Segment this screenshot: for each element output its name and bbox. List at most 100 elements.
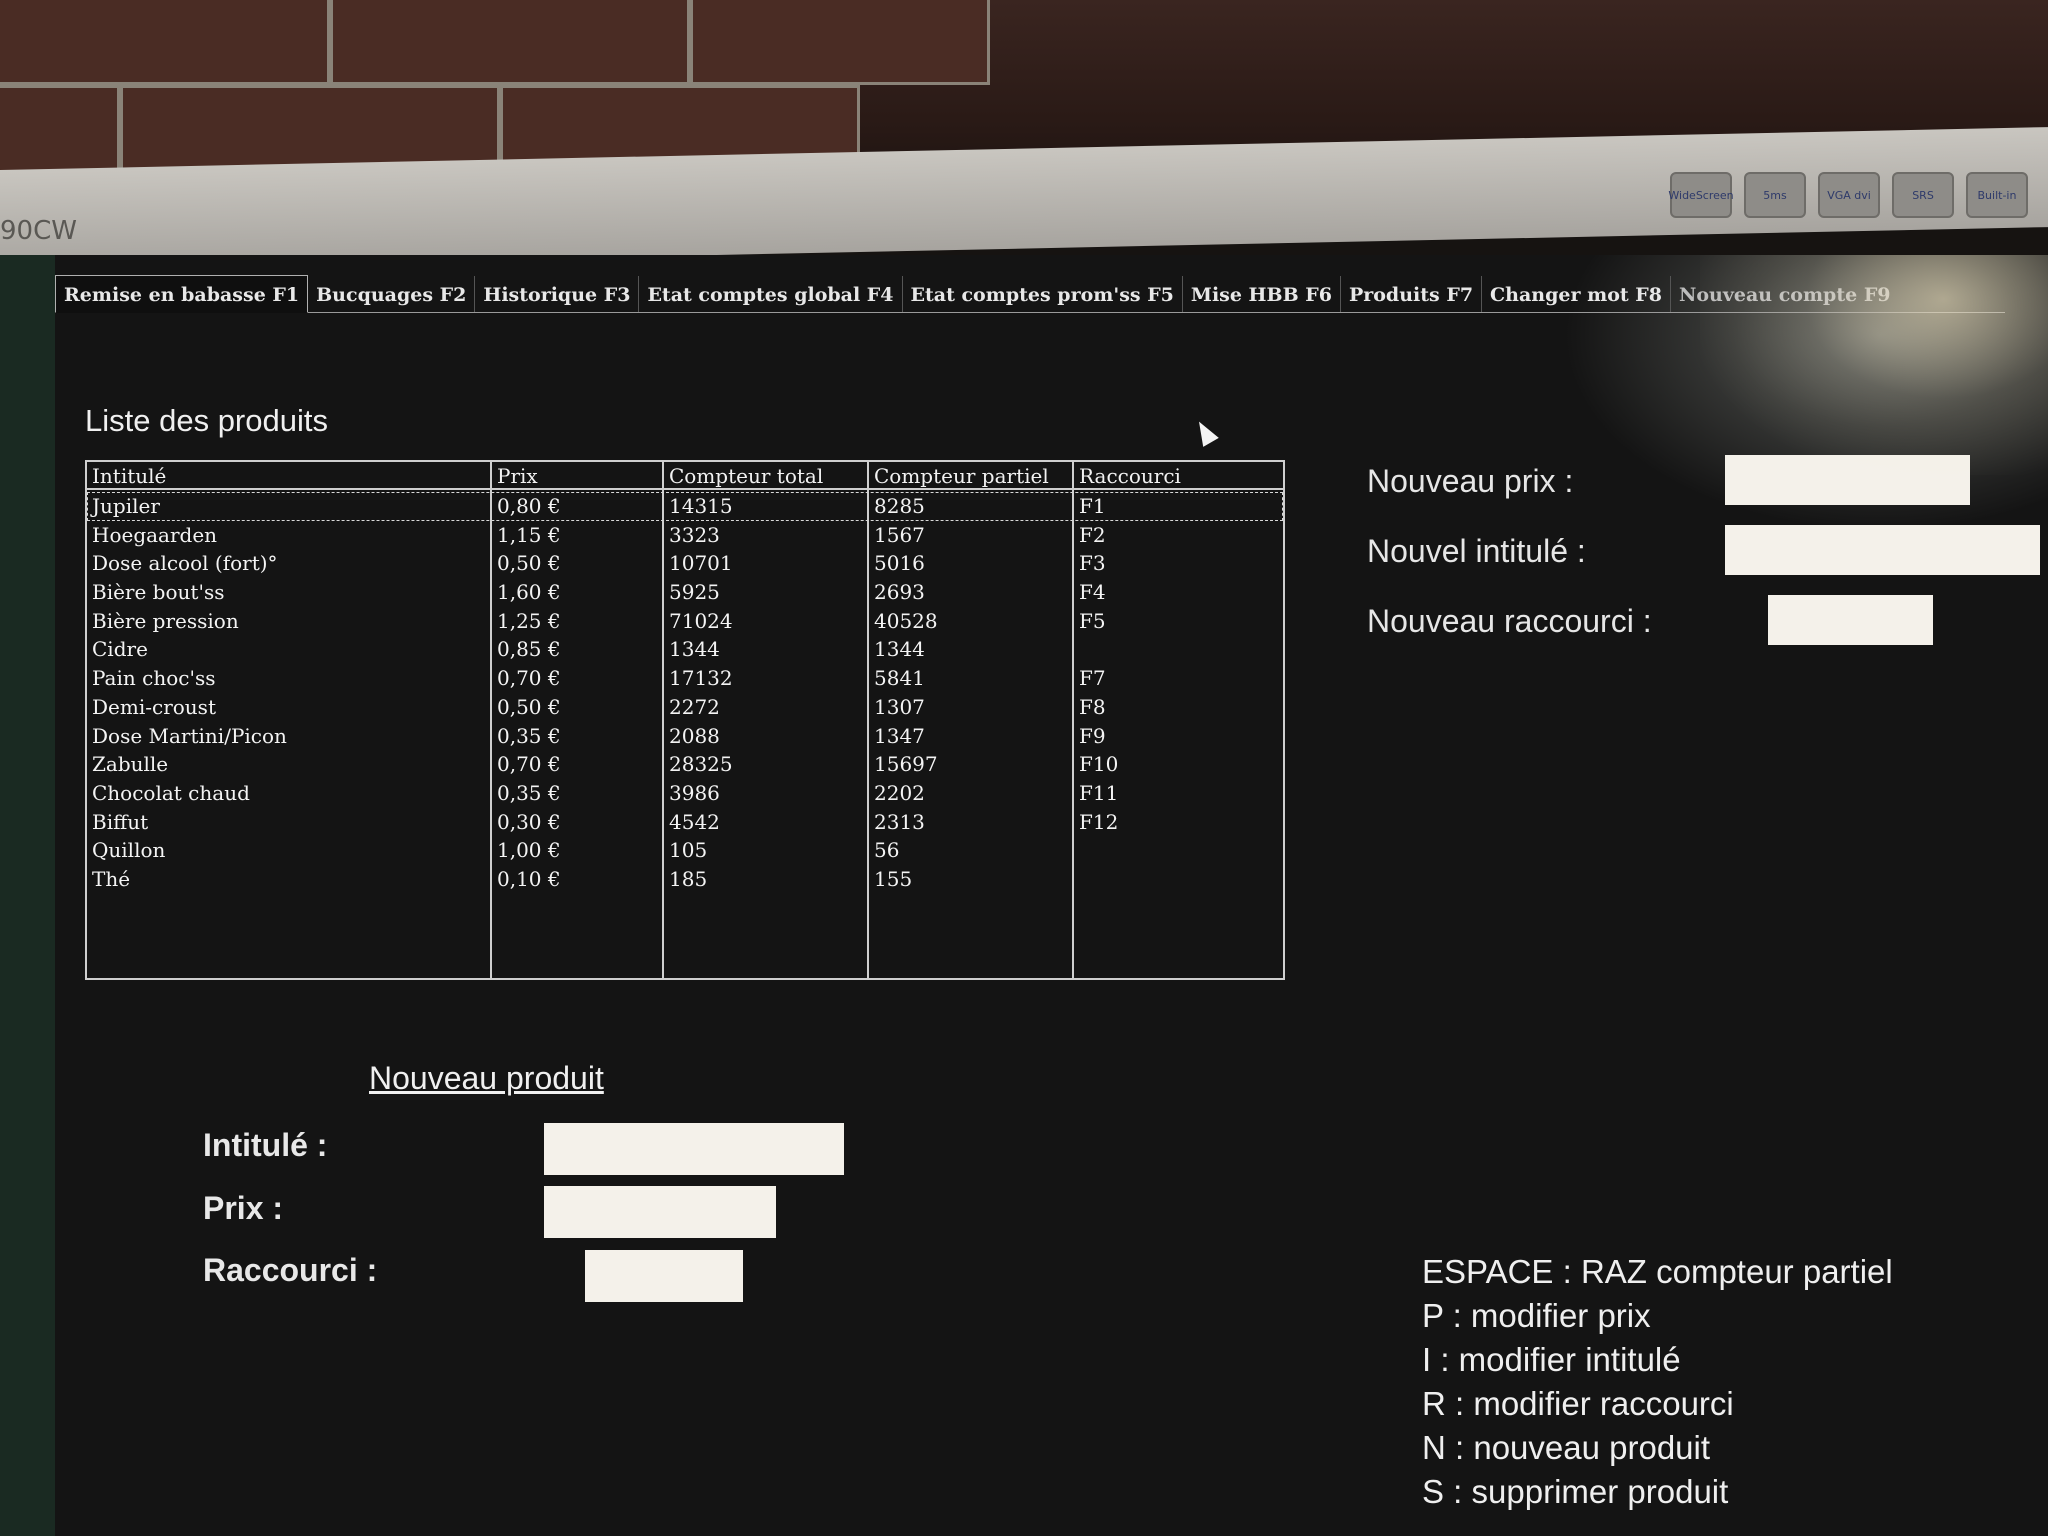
cell-prix: 0,10 € <box>497 866 561 891</box>
new-product-title-input[interactable] <box>544 1123 844 1175</box>
cell-compteur-total: 3986 <box>669 780 720 805</box>
new-product-price-label: Prix : <box>203 1190 284 1226</box>
cell-compteur-partiel: 1344 <box>874 637 925 662</box>
table-row[interactable]: Chocolat chaud 0,35 € 3986 2202 F11 <box>87 779 1283 808</box>
new-product-title: Nouveau produit <box>369 1060 604 1096</box>
cell-raccourci: F10 <box>1079 752 1119 777</box>
cell-compteur-partiel: 56 <box>874 838 900 863</box>
cell-intitule: Thé <box>92 866 131 891</box>
cell-compteur-partiel: 40528 <box>874 608 938 633</box>
tab-remise-en-babasse[interactable]: Remise en babasse F1 <box>55 275 309 313</box>
tab-bucquages[interactable]: Bucquages F2 <box>308 276 476 312</box>
table-row[interactable]: Bière pression 1,25 € 71024 40528 F5 <box>87 607 1283 636</box>
cell-compteur-partiel: 8285 <box>874 494 925 518</box>
cell-compteur-partiel: 1307 <box>874 694 925 719</box>
new-product-title-label: Intitulé : <box>203 1127 328 1163</box>
shortcut-reset-partial: ESPACE : RAZ compteur partiel <box>1422 1253 1893 1290</box>
cell-compteur-total: 10701 <box>669 551 733 576</box>
cell-intitule: Dose alcool (fort)° <box>92 551 278 576</box>
cell-raccourci: F5 <box>1079 608 1106 633</box>
cell-compteur-total: 2272 <box>669 694 720 719</box>
table-header: Intitulé Prix Compteur total Compteur pa… <box>87 462 1283 490</box>
cell-compteur-total: 28325 <box>669 752 733 777</box>
tab-produits[interactable]: Produits F7 <box>1341 276 1483 312</box>
tab-etat-comptes-global[interactable]: Etat comptes global F4 <box>639 276 903 312</box>
column-header-prix[interactable]: Prix <box>497 464 538 488</box>
cell-raccourci: F1 <box>1079 494 1106 518</box>
tab-etat-comptes-promss[interactable]: Etat comptes prom'ss F5 <box>903 276 1183 312</box>
new-price-input[interactable] <box>1725 455 1970 505</box>
cell-compteur-total: 185 <box>669 866 708 891</box>
brick <box>0 85 120 180</box>
table-body: Jupiler 0,80 € 14315 8285 F1 Hoegaarden … <box>87 492 1283 894</box>
cell-compteur-total: 17132 <box>669 666 733 691</box>
built-in-badge: Built-in <box>1966 172 2028 218</box>
new-title-input[interactable] <box>1725 525 2040 575</box>
cell-prix: 0,35 € <box>497 780 561 805</box>
new-product-shortcut-label: Raccourci : <box>203 1252 378 1288</box>
new-title-label: Nouvel intitulé : <box>1367 533 1586 569</box>
cell-raccourci: F4 <box>1079 580 1106 605</box>
monitor-badges: WideScreen 5ms VGA dvi SRS Built-in <box>1668 172 2028 218</box>
cell-compteur-partiel: 1347 <box>874 723 925 748</box>
cell-intitule: Zabulle <box>92 752 169 777</box>
new-price-label: Nouveau prix : <box>1367 463 1574 499</box>
cell-compteur-partiel: 2313 <box>874 809 925 834</box>
table-row[interactable]: Pain choc'ss 0,70 € 17132 5841 F7 <box>87 664 1283 693</box>
cell-compteur-total: 5925 <box>669 580 720 605</box>
cell-prix: 0,50 € <box>497 551 561 576</box>
brick <box>690 0 990 85</box>
table-row[interactable]: Bière bout'ss 1,60 € 5925 2693 F4 <box>87 578 1283 607</box>
cell-prix: 0,70 € <box>497 666 561 691</box>
cell-compteur-total: 3323 <box>669 522 720 547</box>
table-row[interactable]: Dose alcool (fort)° 0,50 € 10701 5016 F3 <box>87 549 1283 578</box>
cell-intitule: Hoegaarden <box>92 522 218 547</box>
column-header-intitule[interactable]: Intitulé <box>92 464 166 488</box>
table-row[interactable]: Thé 0,10 € 185 155 <box>87 865 1283 894</box>
brick <box>0 0 330 85</box>
new-product-shortcut-input[interactable] <box>585 1250 743 1302</box>
new-product-price-input[interactable] <box>544 1186 776 1238</box>
srs-badge: SRS <box>1892 172 1954 218</box>
cell-prix: 0,50 € <box>497 694 561 719</box>
column-header-compteur-total[interactable]: Compteur total <box>669 464 823 488</box>
cell-prix: 0,80 € <box>497 494 561 518</box>
table-row[interactable]: Biffut 0,30 € 4542 2313 F12 <box>87 808 1283 837</box>
new-shortcut-input[interactable] <box>1768 595 1933 645</box>
cell-intitule: Quillon <box>92 838 166 863</box>
cell-compteur-partiel: 15697 <box>874 752 938 777</box>
table-row[interactable]: Zabulle 0,70 € 28325 15697 F10 <box>87 750 1283 779</box>
shortcut-edit-price: P : modifier prix <box>1422 1297 1651 1334</box>
cell-compteur-total: 2088 <box>669 723 720 748</box>
tab-historique[interactable]: Historique F3 <box>475 276 640 312</box>
table-row[interactable]: Quillon 1,00 € 105 56 <box>87 836 1283 865</box>
cell-intitule: Bière pression <box>92 608 239 633</box>
cell-prix: 1,25 € <box>497 608 561 633</box>
table-row[interactable]: Dose Martini/Picon 0,35 € 2088 1347 F9 <box>87 722 1283 751</box>
cell-raccourci: F2 <box>1079 522 1106 547</box>
column-header-raccourci[interactable]: Raccourci <box>1079 464 1181 488</box>
app-window: Remise en babasse F1 Bucquages F2 Histor… <box>55 255 2048 1536</box>
column-header-compteur-partiel[interactable]: Compteur partiel <box>874 464 1049 488</box>
cell-intitule: Jupiler <box>92 494 160 518</box>
cell-prix: 1,15 € <box>497 522 561 547</box>
monitor-model-label: 90CW <box>0 216 77 246</box>
cell-compteur-partiel: 5016 <box>874 551 925 576</box>
cell-raccourci: F12 <box>1079 809 1119 834</box>
mouse-cursor-icon <box>1191 417 1219 447</box>
tab-nouveau-compte[interactable]: Nouveau compte F9 <box>1671 276 1899 312</box>
table-row[interactable]: Cidre 0,85 € 1344 1344 <box>87 635 1283 664</box>
table-row[interactable]: Jupiler 0,80 € 14315 8285 F1 <box>87 492 1283 521</box>
cell-raccourci: F9 <box>1079 723 1106 748</box>
products-list-title: Liste des produits <box>85 403 328 438</box>
table-row[interactable]: Hoegaarden 1,15 € 3323 1567 F2 <box>87 521 1283 550</box>
table-row[interactable]: Demi-croust 0,50 € 2272 1307 F8 <box>87 693 1283 722</box>
tab-changer-mot[interactable]: Changer mot F8 <box>1482 276 1671 312</box>
cell-raccourci: F11 <box>1079 780 1119 805</box>
cell-raccourci: F7 <box>1079 666 1106 691</box>
tab-mise-hbb[interactable]: Mise HBB F6 <box>1183 276 1341 312</box>
cell-intitule: Biffut <box>92 809 149 834</box>
products-table[interactable]: Intitulé Prix Compteur total Compteur pa… <box>85 460 1285 980</box>
cell-intitule: Pain choc'ss <box>92 666 216 691</box>
new-shortcut-label: Nouveau raccourci : <box>1367 603 1652 639</box>
